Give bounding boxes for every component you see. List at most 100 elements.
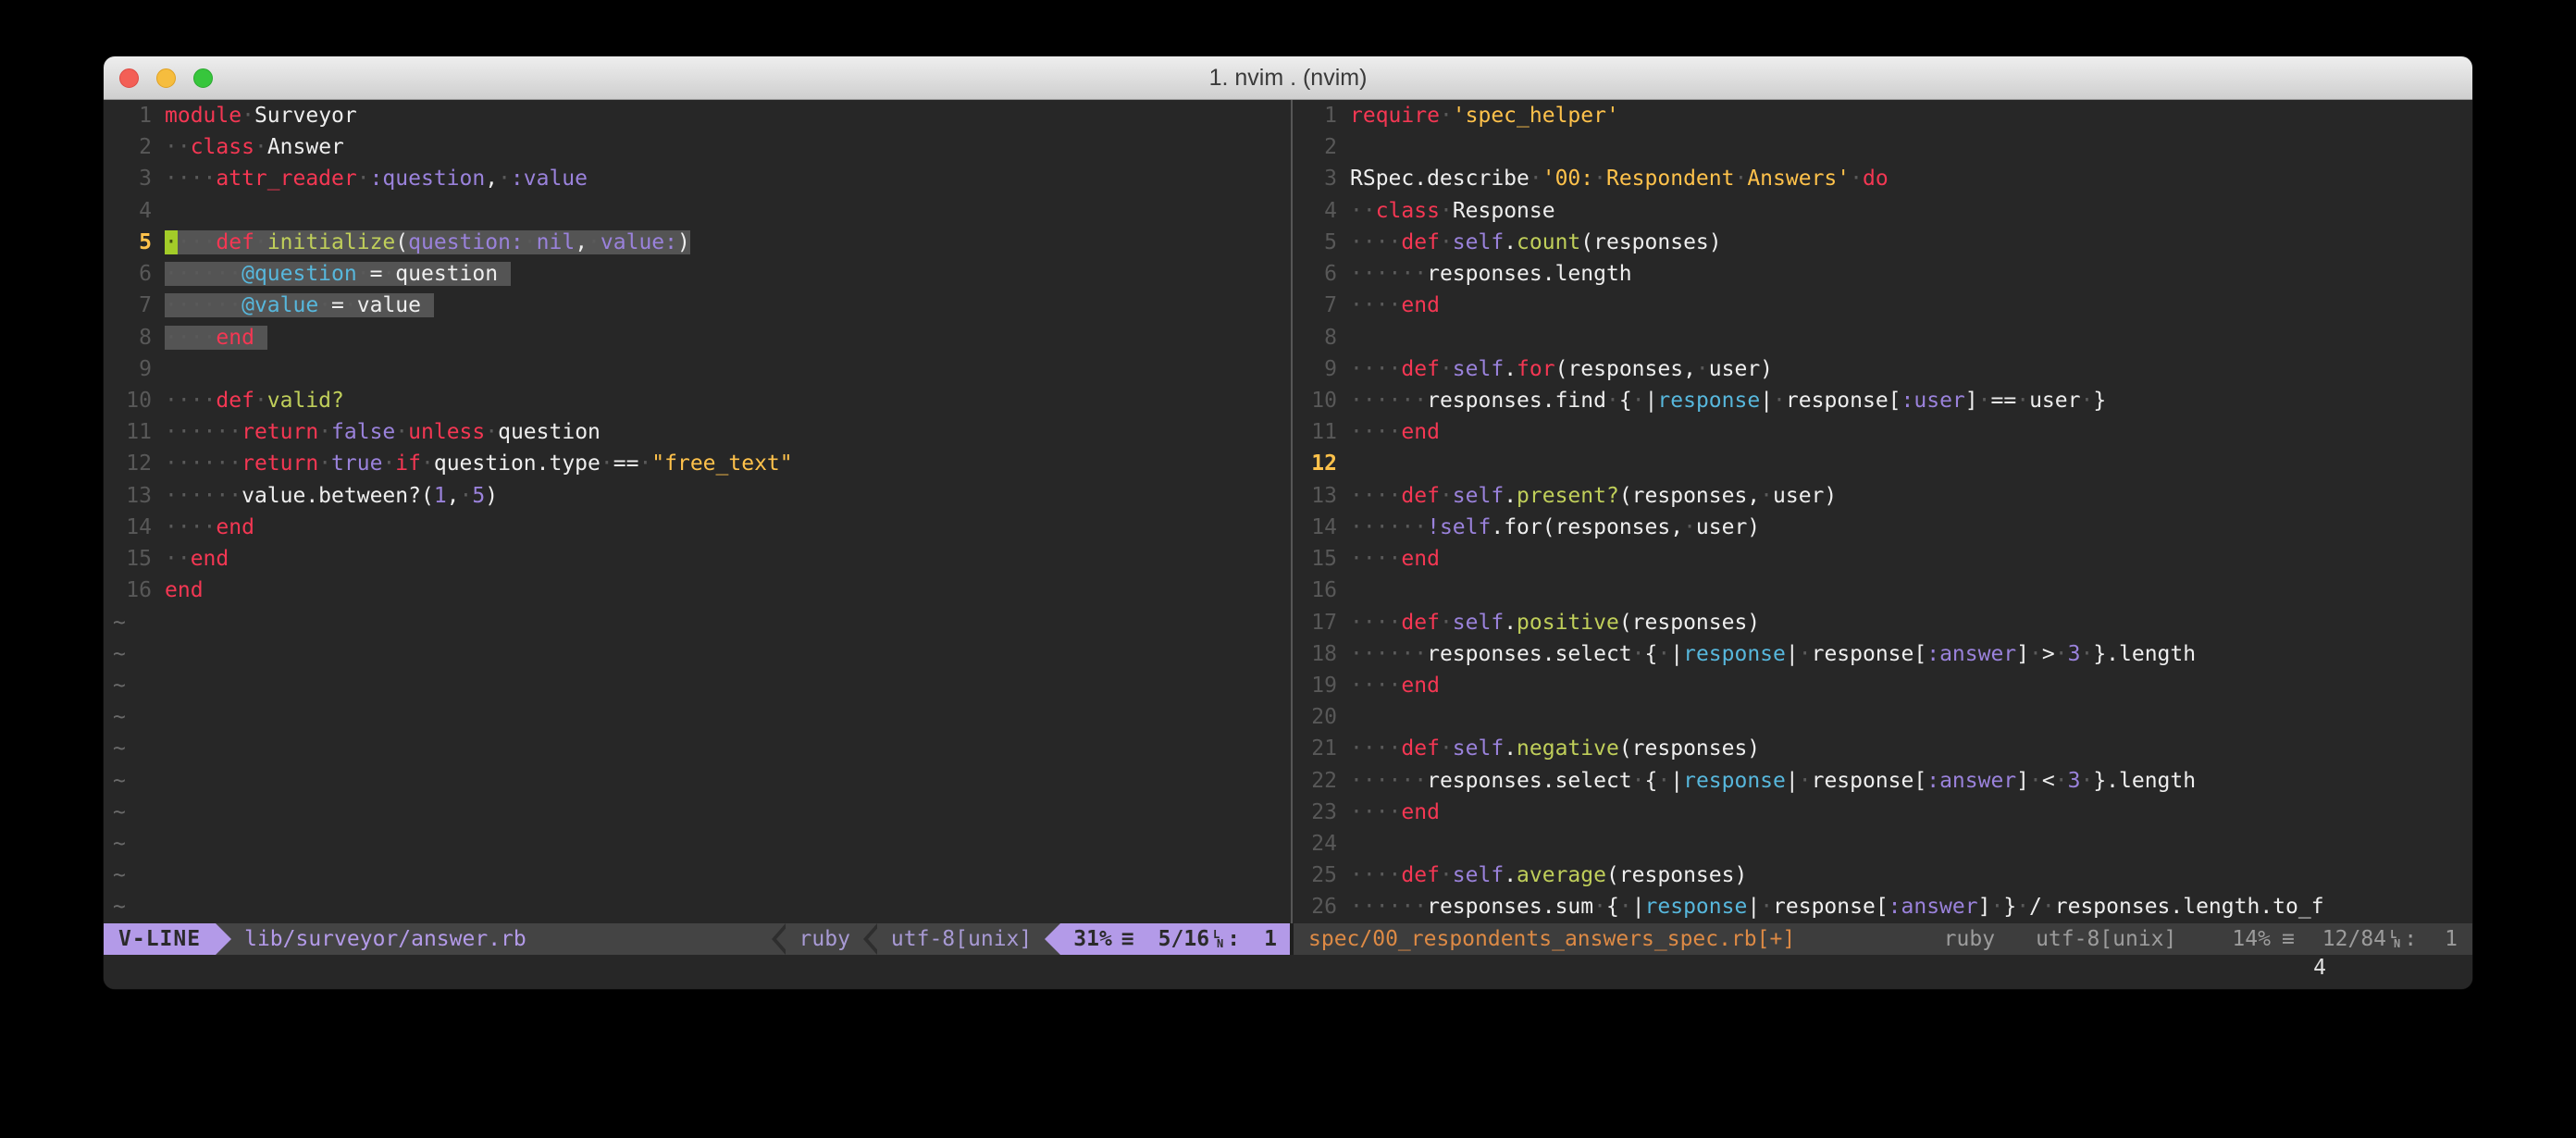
close-button[interactable]	[119, 68, 139, 88]
code-line[interactable]: 10······responses.find·{·|response|·resp…	[1298, 385, 2472, 416]
cursor-block: ·	[165, 230, 178, 254]
line-number: 7	[113, 290, 152, 321]
code-text: ····end	[165, 515, 254, 539]
line-number: 13	[113, 480, 152, 512]
column-position: 1	[1264, 923, 1277, 955]
code-line[interactable]: 5····def·self.count(responses)	[1298, 227, 2472, 258]
code-line[interactable]: 2··class·Answer	[113, 131, 1285, 163]
code-line[interactable]: 2	[1298, 131, 2472, 163]
encoding-indicator: utf-8[unix]	[2036, 923, 2176, 955]
code-text: ··class·Response	[1350, 199, 1555, 223]
line-number: 3	[1298, 163, 1337, 194]
scroll-percent: 14%	[2232, 923, 2271, 955]
code-line[interactable]: 24	[1298, 828, 2472, 860]
code-line[interactable]: 8 ····end	[113, 322, 1285, 353]
code-line[interactable]: 7 ······@value·=·value	[113, 290, 1285, 321]
code-line[interactable]: 8	[1298, 322, 2472, 353]
code-line[interactable]: 4 ··class·Response	[1298, 195, 2472, 227]
code-text: ····end	[1350, 547, 1440, 571]
code-text: ····def·self.count(responses)	[1350, 230, 1722, 254]
code-text: ····def·self.present?(responses,·user)	[1350, 484, 1837, 508]
terminal-window: 1. nvim . (nvim) 1module·Surveyor2··clas…	[104, 56, 2472, 989]
code-text: ····def·self.average(responses)	[1350, 863, 1747, 887]
code-line[interactable]: 11····end	[1298, 416, 2472, 448]
code-line[interactable]: 14······!self.for(responses,·user)	[1298, 512, 2472, 543]
left-buffer-pane[interactable]: 1module·Surveyor2··class·Answer3····attr…	[104, 100, 1285, 923]
code-line[interactable]: 3····attr_reader·:question,·:value	[113, 163, 1285, 194]
code-text: ····end	[1350, 800, 1440, 824]
code-line[interactable]: 19····end	[1298, 670, 2472, 701]
empty-line-tilde: ~	[113, 733, 1285, 764]
code-line[interactable]: 21 ····def·self.negative(responses)	[1298, 733, 2472, 764]
code-line[interactable]: 13····def·self.present?(responses,·user)	[1298, 480, 2472, 512]
code-line[interactable]: 5····def·initialize(question:·nil,·value…	[113, 227, 1285, 258]
pending-command-count: 4	[2313, 956, 2326, 980]
zoom-button[interactable]	[193, 68, 213, 88]
code-line[interactable]: 1require·'spec_helper'	[1298, 100, 2472, 131]
code-line[interactable]: 18······responses.select·{·|response|·re…	[1298, 638, 2472, 670]
line-number: 8	[1298, 322, 1337, 353]
list-icon: ≡	[1121, 923, 1134, 955]
right-buffer-pane[interactable]: 1require·'spec_helper'23RSpec.describe·'…	[1298, 100, 2472, 923]
code-line[interactable]: 15····end	[1298, 543, 2472, 575]
code-line[interactable]: 14····end	[113, 512, 1285, 543]
code-line[interactable]: 13 ······value.between?(1,·5)	[113, 480, 1285, 512]
code-text: ····end	[1350, 674, 1440, 698]
empty-line-tilde: ~	[113, 607, 1285, 638]
code-text: ····end	[165, 326, 267, 350]
filetype-indicator: ruby	[1944, 923, 1995, 955]
line-number-icon: LN	[1213, 930, 1223, 948]
window-split-divider[interactable]	[1285, 100, 1298, 923]
empty-line-tilde: ~	[113, 765, 1285, 797]
code-line[interactable]: 15··end	[113, 543, 1285, 575]
code-text: ······@value·=·value	[165, 293, 434, 317]
code-line[interactable]: 25····def·self.average(responses)	[1298, 860, 2472, 891]
code-text: ······value.between?(1,·5)	[165, 484, 498, 508]
line-number: 21	[1298, 733, 1337, 764]
code-line[interactable]: 26······responses.sum·{·|response|·respo…	[1298, 891, 2472, 922]
code-line[interactable]: 3RSpec.describe·'00:·Respondent·Answers'…	[1298, 163, 2472, 194]
code-line[interactable]: 1module·Surveyor	[113, 100, 1285, 131]
code-text: ······return·true·if·question.type·==·"f…	[165, 451, 793, 476]
code-line[interactable]: 12 ······return·true·if·question.type·==·…	[113, 448, 1285, 479]
code-line[interactable]: 20	[1298, 701, 2472, 733]
minimize-button[interactable]	[156, 68, 176, 88]
code-text: ······responses.length	[1350, 262, 1632, 286]
code-line[interactable]: 9····def·self.for(responses,·user)	[1298, 353, 2472, 385]
code-line[interactable]: 10····def·valid?	[113, 385, 1285, 416]
code-line[interactable]: 22······responses.select·{·|response|·re…	[1298, 765, 2472, 797]
line-number: 7	[1298, 290, 1337, 321]
empty-line-tilde: ~	[113, 797, 1285, 828]
chevron-left-icon	[863, 923, 878, 955]
line-number: 16	[1298, 575, 1337, 606]
code-text: ····def·valid?	[165, 389, 344, 413]
line-number-icon: LN	[2390, 930, 2400, 948]
line-number: 12	[113, 448, 152, 479]
code-line[interactable]: 17····def·self.positive(responses)	[1298, 607, 2472, 638]
scroll-percent: 31%	[1073, 923, 1112, 955]
code-line[interactable]: 16	[1298, 575, 2472, 606]
empty-line-tilde: ~	[113, 670, 1285, 701]
mode-indicator: V-LINE	[104, 923, 216, 955]
code-text: ····def·self.negative(responses)	[1350, 736, 1760, 761]
code-line[interactable]: 23····end	[1298, 797, 2472, 828]
editor-area: 1module·Surveyor2··class·Answer3····attr…	[104, 100, 2472, 923]
line-number: 8	[113, 322, 152, 353]
code-line[interactable]: 9	[113, 353, 1285, 385]
code-text: ····def·self.positive(responses)	[1350, 611, 1760, 635]
code-line[interactable]: 4	[113, 195, 1285, 227]
code-line[interactable]: 7····end	[1298, 290, 2472, 321]
active-filename: lib/surveyor/answer.rb	[244, 923, 526, 955]
line-number: 11	[113, 416, 152, 448]
powerline-arrow-icon	[1045, 923, 1060, 955]
line-number: 26	[1298, 891, 1337, 922]
line-number: 10	[1298, 385, 1337, 416]
code-line[interactable]: 12	[1298, 448, 2472, 479]
line-number: 4	[1298, 195, 1337, 227]
code-line[interactable]: 6······responses.length	[1298, 258, 2472, 290]
titlebar[interactable]: 1. nvim . (nvim)	[104, 56, 2472, 100]
code-line[interactable]: 16end	[113, 575, 1285, 606]
code-line[interactable]: 11······return·false·unless·question	[113, 416, 1285, 448]
line-number: 14	[1298, 512, 1337, 543]
code-line[interactable]: 6······@question·=·question	[113, 258, 1285, 290]
